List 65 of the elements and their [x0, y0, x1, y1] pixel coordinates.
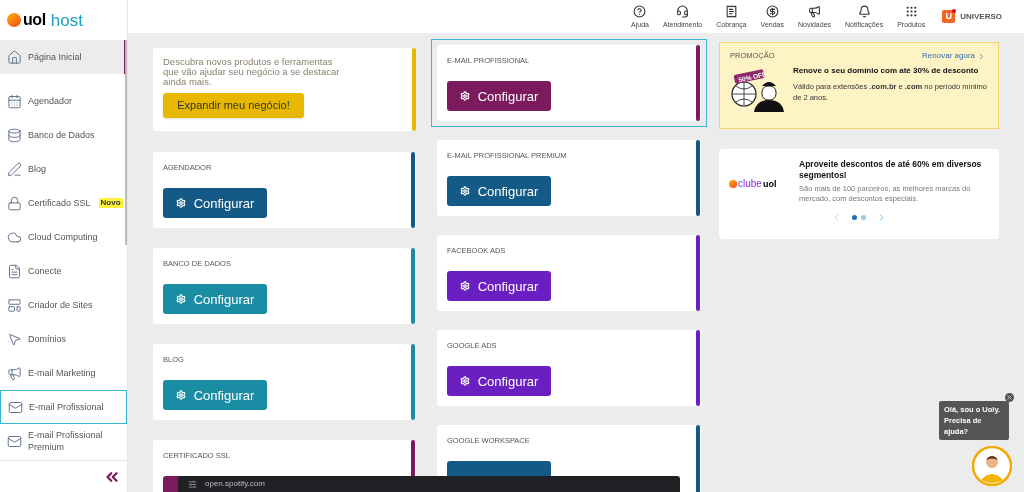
club-title: Aproveite descontos de até 60% em diversos segmentos! — [799, 159, 983, 181]
sidebar-item[interactable]: Criador de Sites — [0, 288, 127, 322]
new-badge: Novo — [98, 198, 123, 208]
sliders-icon — [188, 479, 197, 489]
calendar-icon — [7, 93, 22, 109]
configure-button[interactable]: Configurar — [447, 366, 551, 397]
sidebar-item[interactable]: Banco de Dados — [0, 118, 127, 152]
envelope-icon — [8, 399, 23, 415]
gear-icon — [459, 91, 470, 102]
sidebar-item[interactable]: Agendador — [0, 84, 127, 118]
close-button[interactable] — [1005, 393, 1014, 402]
configure-button[interactable]: Configurar — [163, 188, 267, 219]
megaphone-icon — [7, 365, 22, 381]
configure-button[interactable]: Configurar — [163, 380, 267, 411]
pen-icon — [7, 161, 22, 177]
lock-icon — [7, 195, 22, 211]
close-icon — [1006, 394, 1013, 401]
club-logo: clubeuol — [729, 179, 791, 189]
receipt-icon — [724, 4, 738, 18]
sidebar-item[interactable]: Certificado SSL Novo — [0, 186, 127, 220]
accent-stripe — [696, 425, 700, 492]
configure-button[interactable]: Configurar — [447, 271, 551, 302]
sidebar-item[interactable]: E-mail Marketing — [0, 356, 127, 390]
gear-icon — [175, 390, 186, 401]
envelope-icon — [7, 433, 22, 449]
logo-brand: uol — [23, 12, 46, 28]
intro-text: Descubra novos produtos e ferramentas que vão ajudar seu negócio a se destacar ainda mais. — [163, 57, 341, 87]
logo-product: host — [50, 11, 83, 29]
chevron-right-icon — [977, 51, 986, 61]
configure-button[interactable]: Configurar — [447, 81, 551, 112]
sidebar-item[interactable]: E-mail Profissional — [0, 390, 127, 424]
sidebar-item[interactable]: Cloud Computing — [0, 220, 127, 254]
status-url: open.spotify.com — [205, 478, 265, 490]
layout-icon — [7, 297, 22, 313]
sidebar-item[interactable]: Conecte — [0, 254, 127, 288]
grid-icon — [904, 4, 918, 18]
account-button[interactable]: U UNIVERSO — [942, 10, 1002, 23]
sidebar-item[interactable]: Página Inicial — [0, 40, 127, 74]
document-icon — [7, 263, 22, 279]
help-icon — [633, 4, 647, 18]
headset-icon — [676, 4, 690, 18]
cloud-icon — [7, 229, 22, 245]
logo[interactable]: uol host — [7, 11, 83, 29]
megaphone-icon — [808, 4, 821, 18]
gear-icon — [459, 281, 470, 292]
configure-button[interactable]: Configurar — [163, 284, 267, 315]
promo-title: Renove o seu domínio com até 30% de desconto — [793, 65, 980, 77]
sidebar-item[interactable]: E-mail Profissional Premium — [0, 424, 127, 458]
bell-icon — [857, 4, 871, 18]
gear-icon — [175, 198, 186, 209]
sidebar-item[interactable]: Blog — [0, 152, 127, 186]
database-icon — [7, 127, 22, 143]
sidebar-item[interactable]: Domínios — [0, 322, 127, 356]
gear-icon — [175, 294, 186, 305]
gear-icon — [459, 186, 470, 197]
gear-icon — [459, 376, 470, 387]
expand-business-button[interactable]: Expandir meu negócio! — [163, 93, 304, 118]
account-logo: U — [942, 10, 956, 23]
scrollbar[interactable] — [125, 40, 127, 245]
cursor-icon — [7, 331, 22, 347]
assistant-avatar-icon[interactable] — [972, 446, 1012, 486]
configure-button[interactable]: Configurar — [447, 176, 551, 207]
renew-link[interactable]: Renovar agora — [922, 50, 986, 62]
home-icon — [7, 49, 22, 65]
dollar-icon — [765, 4, 779, 18]
